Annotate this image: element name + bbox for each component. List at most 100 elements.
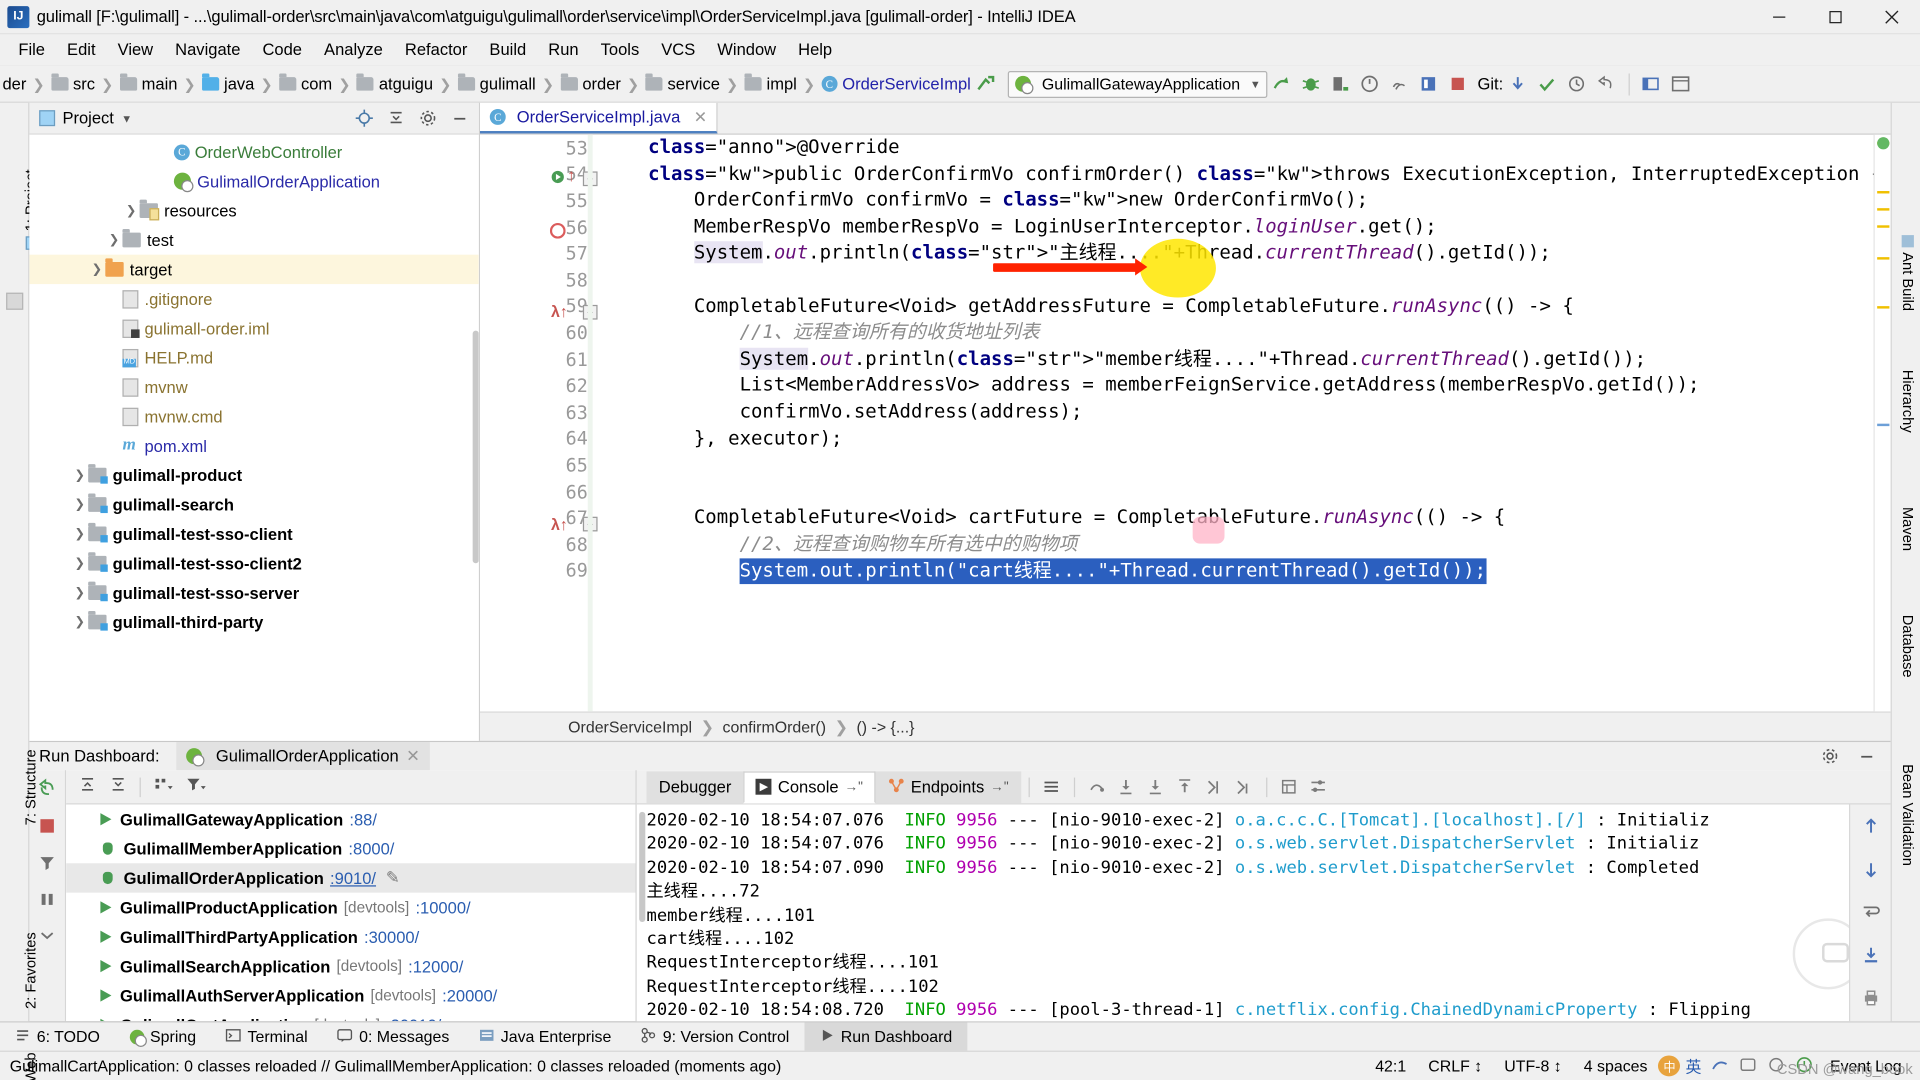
git-history-icon[interactable] [1562,69,1591,98]
scroll-up-icon[interactable] [1861,817,1881,843]
project-tree-item[interactable]: ❯ target [29,254,479,285]
git-commit-icon[interactable] [1533,69,1562,98]
ime-label[interactable]: 英 [1681,1054,1707,1077]
settings-gear-icon[interactable] [1666,69,1695,98]
collapse-all-icon[interactable] [109,774,127,798]
rerun-icon[interactable] [37,778,58,805]
code-line[interactable] [602,478,1873,504]
hide-project-pane-icon[interactable] [444,103,473,132]
close-icon[interactable]: ✕ [694,107,707,127]
indent-setting[interactable]: 4 spaces [1573,1057,1659,1075]
code-line[interactable] [602,267,1873,293]
tab-debugger[interactable]: Debugger [646,770,744,803]
hide-tool-window-icon[interactable] [6,292,24,310]
stop-icon[interactable] [38,817,56,841]
run-button[interactable] [1267,69,1296,98]
menu-refactor[interactable]: Refactor [394,38,479,61]
breadcrumb-service[interactable]: service ❯ [645,73,745,93]
soft-wrap-icon[interactable] [1861,902,1881,928]
git-revert-icon[interactable] [1591,69,1620,98]
menu-help[interactable]: Help [787,38,843,61]
expand-arrow-icon[interactable]: ❯ [122,204,139,217]
project-tree-scrollbar[interactable] [472,330,479,564]
project-tree-item[interactable]: ❯ resources [29,196,478,225]
search-everywhere-icon[interactable] [1637,69,1666,98]
run-dashboard-item[interactable]: GulimallMemberApplication:8000/ [66,834,635,863]
scroll-down-icon[interactable] [1861,860,1881,886]
run-configuration-selector[interactable]: GulimallGatewayApplication ▼ [1007,70,1267,98]
run-dashboard-item[interactable]: GulimallOrderApplication:9010/ ✎ [66,863,636,893]
code-line[interactable]: //1、远程查询所有的收货地址列表 [602,320,1873,346]
menu-vcs[interactable]: VCS [650,38,706,61]
code-line[interactable]: MemberRespVo memberRespVo = LoginUserInt… [602,214,1873,240]
menu-tools[interactable]: Tools [590,38,651,61]
expand-arrow-icon[interactable]: ❯ [88,263,105,276]
detach-icon[interactable]: →" [990,779,1008,794]
run-with-coverage-button[interactable] [1326,69,1355,98]
tool-tab-maven[interactable]: Maven [1899,507,1916,551]
line-number[interactable]: 69 [480,558,593,584]
run-dashboard-item[interactable]: GulimallCartApplication[devtools]:30010/ [66,1010,635,1022]
line-number[interactable]: 61 [480,346,593,372]
menu-view[interactable]: View [107,38,165,61]
run-to-cursor-icon[interactable] [1229,772,1258,801]
ime-icon[interactable]: 中 [1658,1055,1681,1077]
breadcrumb-class[interactable]: OrderServiceImpl [568,718,692,736]
project-tree-item[interactable]: ❯ gulimall-test-sso-client [29,519,478,548]
tab-endpoints[interactable]: Endpoints →" [875,770,1021,803]
hide-panel-icon[interactable] [1851,741,1880,770]
close-icon[interactable]: ✕ [406,746,420,766]
line-number[interactable]: 63 [480,399,593,425]
breadcrumb-orderserviceimpl[interactable]: C OrderServiceImpl [821,75,971,93]
editor-gutter[interactable]: 53 54 55 56 57 58 59 60 61 62 63 64 65 66 67 68 69 ↑ λ↑ … [480,134,598,712]
warning-stripe-mark[interactable] [1877,225,1890,228]
print-icon[interactable] [1861,988,1881,1014]
warning-stripe-mark[interactable] [1877,208,1890,211]
project-tree-item[interactable]: ❯ gulimall-search [29,490,478,519]
project-settings-icon[interactable] [413,103,442,132]
attach-profiler-icon[interactable] [1384,69,1413,98]
line-number[interactable]: 64 [480,426,593,452]
overrides-icon[interactable]: ↑ [567,165,576,185]
line-number[interactable]: 53 [480,135,593,161]
expand-arrow-icon[interactable]: ❯ [71,586,88,599]
project-tree-item[interactable]: ❯ gulimall-test-sso-client2 [29,549,478,578]
code-line[interactable]: CompletableFuture<Void> getAddressFuture… [602,293,1873,319]
inspection-status-icon[interactable] [1877,137,1890,150]
toolwin-todo[interactable]: 6: TODO [0,1022,115,1051]
lambda-marker-icon[interactable]: λ↑ [551,516,568,534]
code-line[interactable]: System.out.println(class="str">"主线程...."… [602,240,1873,266]
menu-build[interactable]: Build [478,38,537,61]
drop-frame-icon[interactable] [1200,772,1229,801]
breadcrumb-gulimall[interactable]: gulimall ❯ [457,73,561,93]
code-line[interactable]: CompletableFuture<Void> cartFuture = Com… [602,505,1873,531]
tool-tab-structure[interactable]: 7: Structure [22,749,39,825]
expand-all-icon[interactable] [78,774,96,798]
debug-button[interactable] [1296,69,1325,98]
code-viewport[interactable]: class="anno">@Override class="kw">public… [593,135,1873,712]
breadcrumb-java[interactable]: java ❯ [202,73,279,93]
project-tree-item[interactable]: .gitignore [29,284,478,313]
step-out-icon[interactable] [1170,772,1199,801]
ime-extra-icon-1[interactable] [1706,1055,1734,1077]
project-tree-item[interactable]: ❯ gulimall-product [29,460,478,489]
code-line[interactable]: //2、远程查询购物车所有选中的购物项 [602,531,1873,557]
project-tree[interactable]: C OrderWebController GulimallOrderApplicat… [29,134,479,741]
edit-icon[interactable]: ✎ [386,868,400,888]
run-item-port[interactable]: :12000/ [408,957,463,975]
menu-code[interactable]: Code [251,38,313,61]
tool-tab-favorites[interactable]: 2: Favorites [22,932,39,1009]
more-icon[interactable] [38,927,56,951]
breadcrumb-der[interactable]: der ❯ [2,75,50,93]
expand-arrow-icon[interactable]: ❯ [105,233,122,246]
run-dashboard-item[interactable]: GulimallSearchApplication [devtools]:1200… [66,951,635,980]
frames-icon[interactable] [1037,772,1066,801]
lambda-marker-icon[interactable]: λ↑ [551,302,568,320]
breadcrumb-lambda[interactable]: () -> {...} [856,718,914,736]
settings-gear-icon[interactable] [1815,741,1844,770]
menu-edit[interactable]: Edit [56,38,107,61]
scroll-from-source-icon[interactable] [349,103,378,132]
warning-stripe-mark[interactable] [1877,306,1890,309]
editor-error-stripe[interactable] [1873,134,1891,712]
code-line[interactable] [602,452,1873,478]
